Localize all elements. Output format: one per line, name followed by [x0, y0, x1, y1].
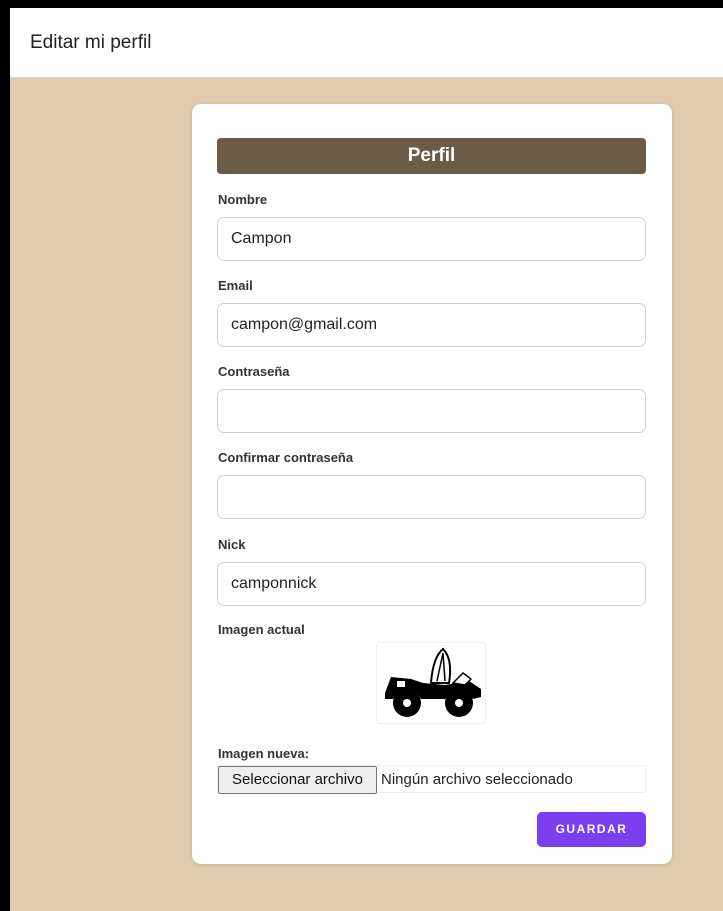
page-viewport: Editar mi perfil Perfil Nombre Email Con…: [10, 8, 723, 911]
form-header: Perfil: [217, 138, 646, 174]
file-status-text: Ningún archivo seleccionado: [381, 771, 573, 788]
current-avatar: [376, 642, 486, 724]
confirm-password-label: Confirmar contraseña: [218, 450, 354, 465]
save-button[interactable]: GUARDAR: [537, 812, 646, 847]
nombre-label: Nombre: [218, 192, 268, 207]
email-input[interactable]: [217, 303, 646, 347]
new-image-label: Imagen nueva:: [218, 746, 310, 761]
top-bar: Editar mi perfil: [10, 8, 723, 78]
page-title: Editar mi perfil: [30, 32, 152, 53]
email-label: Email: [218, 278, 253, 293]
profile-form-card: Perfil Nombre Email Contraseña Confirmar…: [192, 104, 672, 864]
password-label: Contraseña: [218, 364, 290, 379]
file-input[interactable]: Seleccionar archivo Ningún archivo selec…: [217, 765, 646, 794]
password-input[interactable]: [217, 389, 646, 433]
confirm-password-input[interactable]: [217, 475, 646, 519]
nombre-input[interactable]: [217, 217, 646, 261]
choose-file-button[interactable]: Seleccionar archivo: [218, 766, 377, 794]
nick-input[interactable]: [217, 562, 646, 606]
current-image-label: Imagen actual: [218, 622, 305, 637]
nick-label: Nick: [218, 537, 246, 552]
car-avatar-icon: [385, 647, 481, 717]
